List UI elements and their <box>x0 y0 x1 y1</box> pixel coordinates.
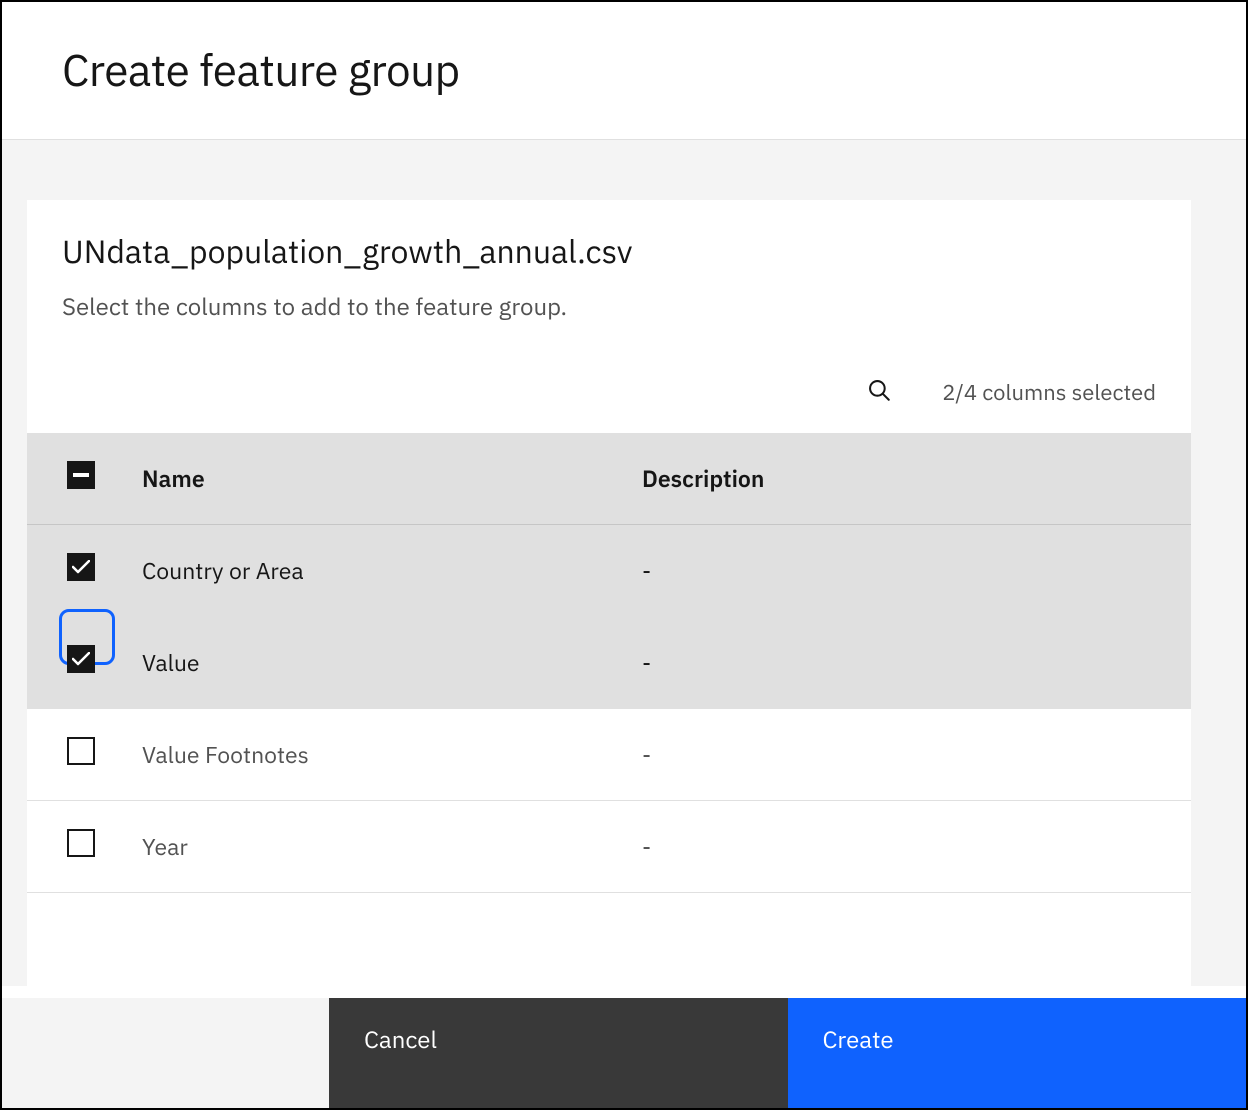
selection-count: 2/4 columns selected <box>942 378 1156 407</box>
select-all-checkbox[interactable] <box>67 461 95 489</box>
table-row[interactable]: Country or Area - <box>27 525 1191 617</box>
table-row[interactable]: Value Footnotes - <box>27 709 1191 801</box>
file-card: UNdata_population_growth_annual.csv Sele… <box>27 200 1191 986</box>
file-name: UNdata_population_growth_annual.csv <box>62 230 1156 272</box>
row-name: Country or Area <box>122 525 622 617</box>
header-description[interactable]: Description <box>622 433 1191 525</box>
columns-table: Name Description Country or Area <box>27 433 1191 893</box>
file-subtitle: Select the columns to add to the feature… <box>62 290 1156 322</box>
table-row[interactable]: Year - <box>27 801 1191 893</box>
row-name: Year <box>122 801 622 893</box>
dialog-header: Create feature group <box>2 2 1246 140</box>
page-title: Create feature group <box>62 42 1186 99</box>
create-button[interactable]: Create <box>788 998 1247 1108</box>
table-toolbar: 2/4 columns selected <box>27 342 1191 433</box>
row-name: Value <box>122 617 622 709</box>
card-header: UNdata_population_growth_annual.csv Sele… <box>27 200 1191 342</box>
row-checkbox[interactable] <box>67 829 95 857</box>
content-area: UNdata_population_growth_annual.csv Sele… <box>2 140 1246 986</box>
row-description: - <box>622 525 1191 617</box>
cancel-button[interactable]: Cancel <box>329 998 788 1108</box>
table-row[interactable]: Value - <box>27 617 1191 709</box>
footer-spacer <box>2 998 329 1108</box>
header-name[interactable]: Name <box>122 433 622 525</box>
row-checkbox[interactable] <box>67 553 95 581</box>
row-checkbox[interactable] <box>67 645 95 673</box>
row-checkbox[interactable] <box>67 737 95 765</box>
row-name: Value Footnotes <box>122 709 622 801</box>
search-icon[interactable] <box>866 377 892 408</box>
header-checkbox-cell <box>27 433 122 525</box>
row-description: - <box>622 709 1191 801</box>
dialog-footer: Cancel Create <box>2 998 1246 1108</box>
row-description: - <box>622 617 1191 709</box>
row-description: - <box>622 801 1191 893</box>
table-header-row: Name Description <box>27 433 1191 525</box>
